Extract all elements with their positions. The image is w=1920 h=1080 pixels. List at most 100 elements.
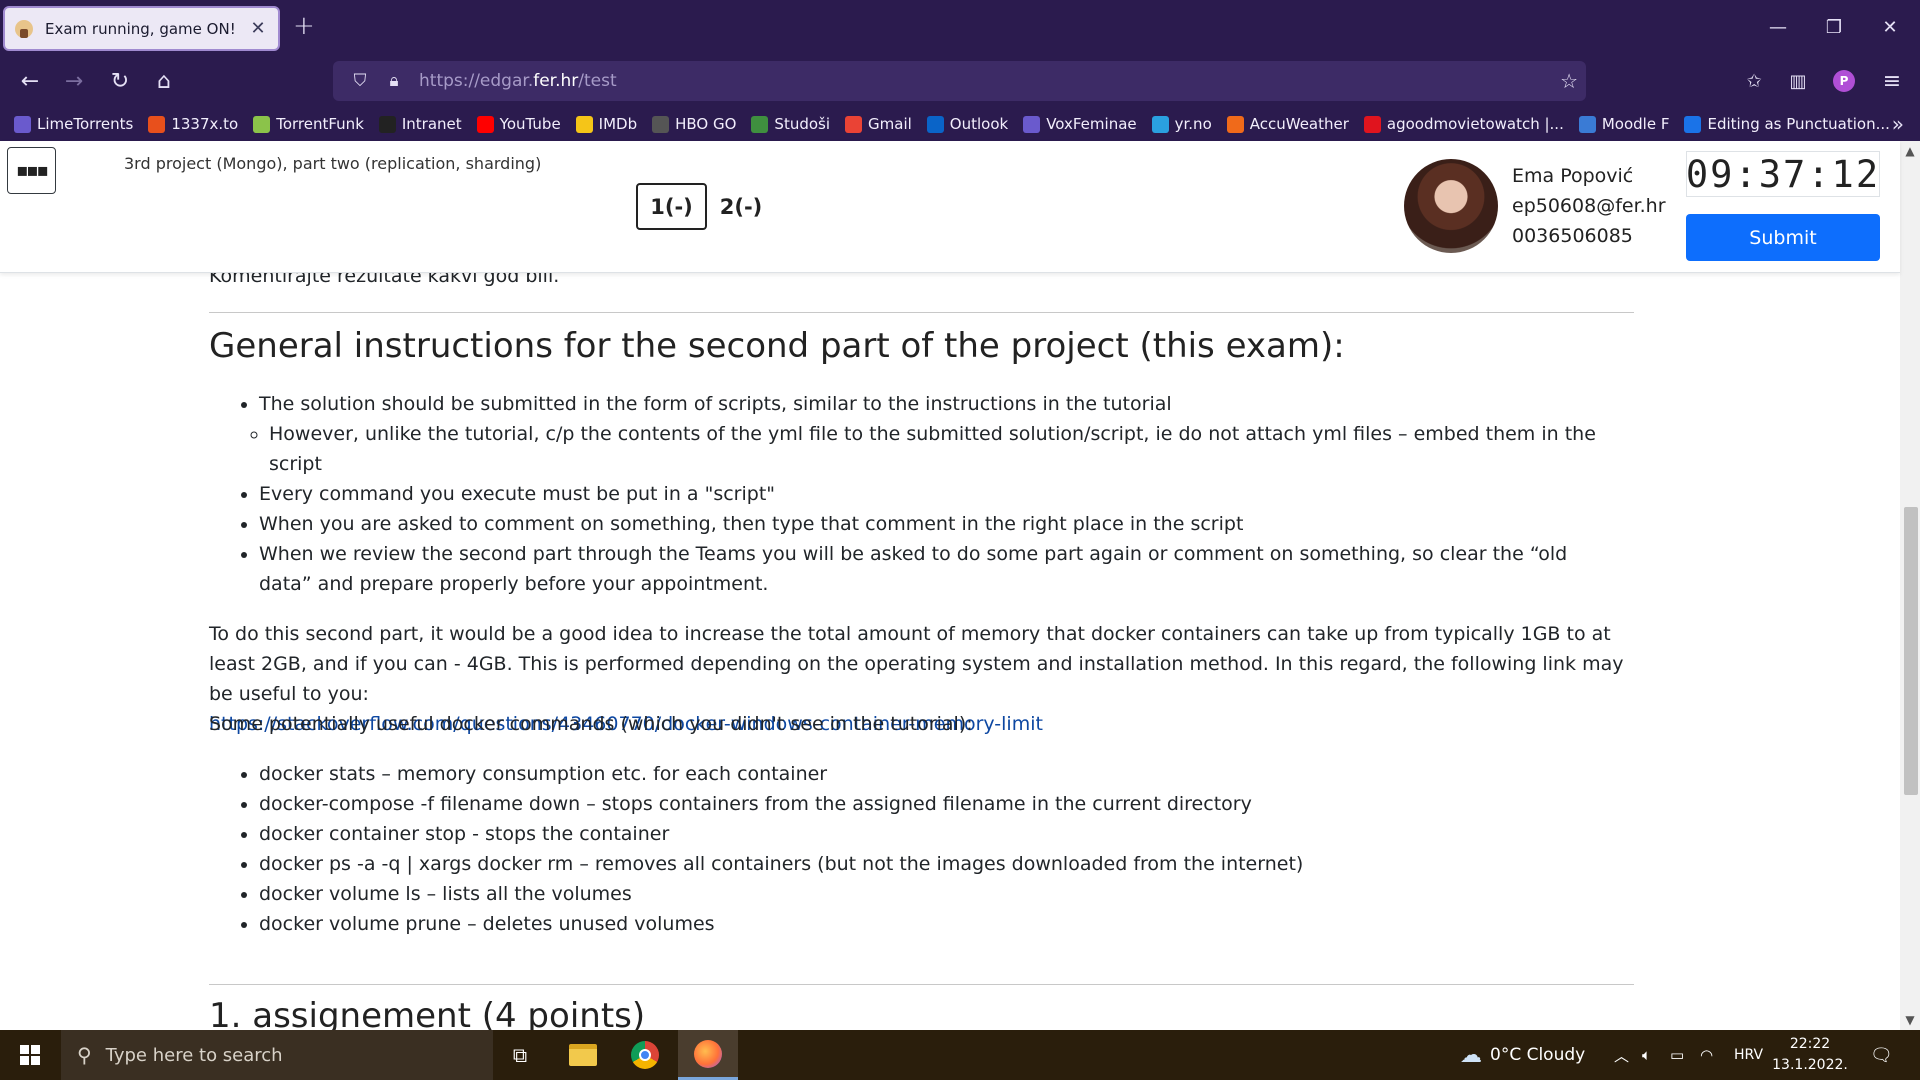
v-icon [1684,115,1702,133]
commands-intro: Some potentially useful docker commands … [209,713,973,735]
browser-tab-active[interactable]: Exam running, game ON! ✕ [3,6,280,51]
bookmarks-overflow-icon[interactable]: » [1892,112,1904,136]
bookmark-item[interactable]: IMDb [575,115,637,133]
new-tab-button[interactable]: + [293,11,315,41]
memory-paragraph-text: To do this second part, it would be a go… [209,623,1624,705]
bookmark-item[interactable]: Gmail [845,115,912,133]
bookmark-label: LimeTorrents [37,115,134,133]
account-avatar-icon[interactable]: P [1828,65,1860,97]
bookmark-label: Outlook [949,115,1009,133]
list-item: Every command you execute must be put in… [259,479,1609,509]
forward-arrow-icon[interactable]: → [58,65,90,97]
bookmark-item[interactable]: yr.no [1151,115,1212,133]
clock-time: 22:22 [1789,1036,1831,1052]
scrollbar-thumb[interactable] [1904,507,1918,795]
pocket-icon[interactable]: ✩ [1738,65,1770,97]
bookmark-item[interactable]: VoxFeminae [1023,115,1137,133]
battery-icon[interactable]: ▭ [1670,1030,1684,1080]
question-1-button[interactable]: 1(-) [636,183,707,230]
chrome-icon[interactable] [615,1030,675,1080]
firefox-icon[interactable] [678,1030,738,1080]
list-item: docker stats – memory consumption etc. f… [259,759,1303,789]
bookmark-item[interactable]: Intranet [378,115,462,133]
bookmark-label: Intranet [401,115,462,133]
user-email: ep50608@fer.hr [1512,195,1666,217]
yr-icon [1151,115,1169,133]
clock-date: 13.1.2022. [1772,1057,1848,1073]
task-view-icon[interactable]: ⧉ [490,1030,550,1080]
bookmark-item[interactable]: HBO GO [652,115,736,133]
gmail-icon [845,115,863,133]
list-item: The solution should be submitted in the … [259,389,1609,419]
bookmark-item[interactable]: Outlook [926,115,1009,133]
tab-close-icon[interactable]: ✕ [248,18,268,39]
cloud-icon: ☁ [1460,1042,1482,1068]
bookmark-label: Editing as Punctuation... [1707,115,1890,133]
language-indicator[interactable]: HRV [1734,1030,1763,1080]
list-item: When we review the second part through t… [259,539,1599,599]
submit-button[interactable]: Submit [1686,214,1880,261]
divider [209,984,1634,985]
countdown-timer: 09:37:12 [1685,151,1881,197]
list-item: However, unlike the tutorial, c/p the co… [269,419,1609,479]
globe-icon [14,115,31,133]
bookmark-item[interactable]: 1337x.to [148,115,238,133]
lock-icon[interactable]: 🔒︎ [377,71,411,91]
bookmark-star-icon[interactable]: ☆ [1560,69,1578,93]
windows-start-icon[interactable] [0,1030,60,1080]
bookmark-item[interactable]: Editing as Punctuation... [1684,115,1890,133]
back-arrow-icon[interactable]: ← [14,65,46,97]
list-item: docker volume ls – lists all the volumes [259,879,1303,909]
bookmark-item[interactable]: AccuWeather [1226,115,1349,133]
hbo-icon [652,115,670,133]
minimize-icon[interactable]: — [1750,0,1806,55]
x-icon [148,115,166,133]
windows-taskbar: ⚲ Type here to search ⧉ ☁ 0°C Cloudy ︿ 🔈… [0,1030,1920,1080]
divider [209,312,1634,313]
volume-icon[interactable]: 🔈︎ [1642,1030,1651,1080]
imdb-icon [575,115,593,133]
bookmark-item[interactable]: YouTube [476,115,561,133]
bookmark-item[interactable]: agoodmovietowatch |... [1363,115,1564,133]
youtube-icon [476,115,494,133]
weather-widget[interactable]: ☁ 0°C Cloudy [1460,1030,1585,1080]
user-name: Ema Popović [1512,165,1634,187]
bookmark-item[interactable]: Studoši [751,115,830,133]
fer-icon [378,115,396,133]
bookmark-item[interactable]: LimeTorrents [14,115,133,133]
exam-title: 3rd project (Mongo), part two (replicati… [124,154,542,173]
exam-content: Komentirajte rezultate kakvi god bili. G… [0,141,1900,1030]
sidebar-icon[interactable]: ▥ [1782,65,1814,97]
bookmark-label: Gmail [868,115,912,133]
bookmark-item[interactable]: Moodle F [1578,115,1669,133]
bookmark-item[interactable]: TorrentFunk [253,115,364,133]
accuweather-icon [1226,115,1244,133]
file-explorer-icon[interactable] [553,1030,613,1080]
globe-icon [1023,115,1041,133]
home-icon[interactable]: ⌂ [148,65,180,97]
url-text[interactable]: https://edgar.fer.hr/test [419,71,617,91]
reload-icon[interactable]: ↻ [104,65,136,97]
bookmark-label: YouTube [499,115,561,133]
address-bar[interactable]: ⛉ 🔒︎ https://edgar.fer.hr/test ☆ [333,61,1586,101]
tray-chevron-icon[interactable]: ︿ [1614,1030,1629,1080]
page-scrollbar[interactable]: ▲ ▼ [1900,141,1920,1030]
scroll-down-icon[interactable]: ▼ [1900,1010,1920,1030]
flag-icon [1363,115,1381,133]
sub-list-container: However, unlike the tutorial, c/p the co… [239,419,1609,479]
question-2-button[interactable]: 2(-) [716,183,766,230]
wifi-icon[interactable]: ◠ [1700,1030,1713,1080]
taskbar-search[interactable]: ⚲ Type here to search [61,1030,493,1080]
grid-menu-button[interactable]: ▪▪▪ [7,147,56,194]
bookmark-label: VoxFeminae [1046,115,1137,133]
restore-icon[interactable]: ❐ [1806,0,1862,55]
scroll-up-icon[interactable]: ▲ [1900,141,1920,161]
menu-hamburger-icon[interactable]: ≡ [1876,65,1908,97]
list-item: docker container stop - stops the contai… [259,819,1303,849]
taskbar-clock[interactable]: 22:22 13.1.2022. [1770,1034,1850,1076]
list-item: docker-compose -f filename down – stops … [259,789,1303,819]
weather-text: 0°C Cloudy [1490,1045,1586,1065]
notifications-icon[interactable]: 🗨︎ [1870,1030,1893,1080]
window-close-icon[interactable]: ✕ [1862,0,1918,55]
tracking-shield-icon[interactable]: ⛉ [343,71,377,91]
